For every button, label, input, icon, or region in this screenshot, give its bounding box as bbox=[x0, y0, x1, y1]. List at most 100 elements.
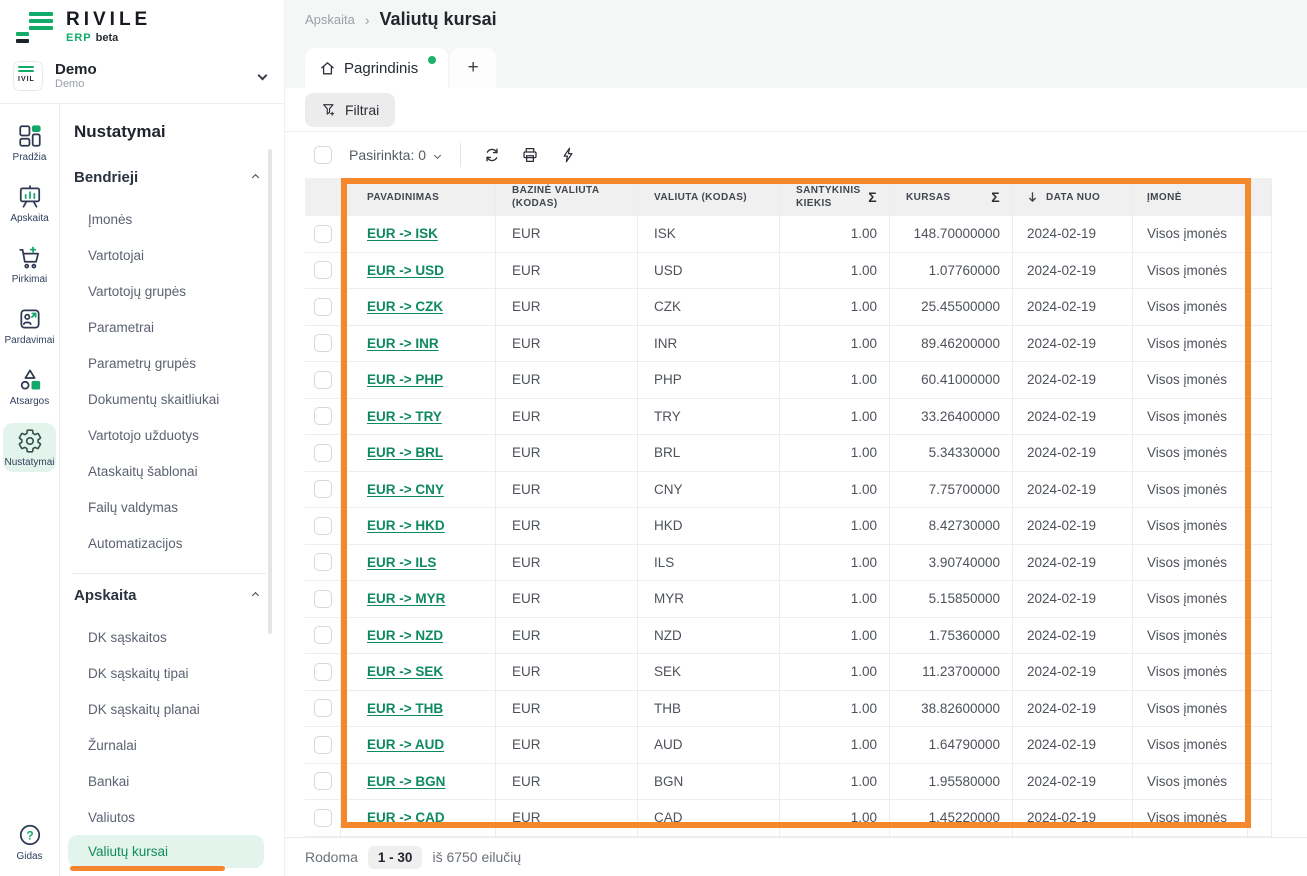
row-checkbox[interactable] bbox=[314, 590, 332, 608]
row-link[interactable]: EUR -> INR bbox=[367, 336, 439, 351]
row-checkbox[interactable] bbox=[314, 371, 332, 389]
row-base-cell: EUR bbox=[496, 764, 638, 800]
sidebar-item-failų-valdymas[interactable]: Failų valdymas bbox=[68, 489, 264, 525]
sidebar-item-parametrai[interactable]: Parametrai bbox=[68, 309, 264, 345]
rail-item-gidas[interactable]: ?Gidas bbox=[3, 817, 56, 866]
row-checkbox[interactable] bbox=[314, 736, 332, 754]
sidebar-item-dk-sąskaitos[interactable]: DK sąskaitos bbox=[68, 619, 264, 655]
sidebar-item-dk-sąskaitų-planai[interactable]: DK sąskaitų planai bbox=[68, 691, 264, 727]
row-checkbox[interactable] bbox=[314, 334, 332, 352]
column-header-code[interactable]: VALIUTA (KODAS) bbox=[638, 178, 780, 216]
row-link[interactable]: EUR -> CAD bbox=[367, 810, 445, 825]
column-header-name[interactable]: PAVADINIMAS bbox=[341, 178, 496, 216]
menu-scrollbar[interactable] bbox=[268, 149, 272, 634]
row-link[interactable]: EUR -> ILS bbox=[367, 555, 436, 570]
cell-value: 1.00 bbox=[851, 263, 877, 278]
row-date-cell: 2024-02-19 bbox=[1013, 362, 1133, 398]
row-checkbox[interactable] bbox=[314, 298, 332, 316]
select-all-checkbox[interactable] bbox=[314, 146, 332, 164]
add-tab-button[interactable]: + bbox=[450, 48, 496, 88]
row-link[interactable]: EUR -> SEK bbox=[367, 664, 443, 679]
rail-item-apskaita[interactable]: Apskaita bbox=[3, 179, 56, 228]
row-link[interactable]: EUR -> TRY bbox=[367, 409, 442, 424]
sidebar-item-įmonės[interactable]: Įmonės bbox=[68, 201, 264, 237]
row-link[interactable]: EUR -> ISK bbox=[367, 226, 438, 241]
column-header-rate[interactable]: KURSASΣ bbox=[890, 178, 1013, 216]
sidebar-item-dokumentų-skaitliukai[interactable]: Dokumentų skaitliukai bbox=[68, 381, 264, 417]
tab-label: Pagrindinis bbox=[344, 60, 418, 77]
cell-value: 8.42730000 bbox=[929, 518, 1000, 533]
menu-section-apskaita[interactable]: Apskaita bbox=[68, 578, 284, 613]
row-checkbox[interactable] bbox=[314, 517, 332, 535]
refresh-icon bbox=[483, 146, 501, 164]
sigma-icon[interactable]: Σ bbox=[991, 188, 1000, 206]
menu-section-bendrieji[interactable]: Bendrieji bbox=[68, 160, 284, 195]
filters-button[interactable]: Filtrai bbox=[305, 93, 395, 127]
row-link[interactable]: EUR -> CNY bbox=[367, 482, 444, 497]
rail-item-pardavimai[interactable]: Pardavimai bbox=[3, 301, 56, 350]
row-link[interactable]: EUR -> THB bbox=[367, 701, 443, 716]
row-checkbox[interactable] bbox=[314, 663, 332, 681]
sidebar-item-automatizacijos[interactable]: Automatizacijos bbox=[68, 525, 264, 561]
refresh-button[interactable] bbox=[473, 142, 511, 168]
row-qty-cell: 1.00 bbox=[780, 581, 890, 617]
menu-section-label: Bendrieji bbox=[74, 169, 138, 186]
table-row: EUR -> INREURINR1.0089.462000002024-02-1… bbox=[305, 326, 1272, 363]
rail-item-nustatymai[interactable]: Nustatymai bbox=[3, 423, 56, 472]
row-checkbox[interactable] bbox=[314, 772, 332, 790]
active-item-orange-underline bbox=[70, 866, 225, 871]
print-button[interactable] bbox=[511, 142, 549, 168]
sidebar-item-dk-sąskaitų-tipai[interactable]: DK sąskaitų tipai bbox=[68, 655, 264, 691]
row-checkbox[interactable] bbox=[314, 407, 332, 425]
sidebar-item-valiutų-kursai[interactable]: Valiutų kursai bbox=[68, 835, 264, 868]
row-checkbox[interactable] bbox=[314, 480, 332, 498]
row-link[interactable]: EUR -> USD bbox=[367, 263, 444, 278]
row-link[interactable]: EUR -> BGN bbox=[367, 774, 445, 789]
company-avatar: IVIL bbox=[13, 61, 43, 91]
column-header-base[interactable]: BAZINĖ VALIUTA (KODAS) bbox=[496, 178, 638, 216]
cell-value: 2024-02-19 bbox=[1027, 737, 1096, 752]
row-link[interactable]: EUR -> PHP bbox=[367, 372, 443, 387]
sidebar-item-žurnalai[interactable]: Žurnalai bbox=[68, 727, 264, 763]
row-checkbox[interactable] bbox=[314, 225, 332, 243]
row-date-cell: 2024-02-19 bbox=[1013, 326, 1133, 362]
rail-item-pradžia[interactable]: Pradžia bbox=[3, 118, 56, 167]
column-header-company[interactable]: ĮMONĖ bbox=[1133, 178, 1248, 216]
rail-item-atsargos[interactable]: Atsargos bbox=[3, 362, 56, 411]
sidebar-item-valiutos[interactable]: Valiutos bbox=[68, 799, 264, 835]
actions-button[interactable] bbox=[549, 142, 587, 168]
selected-dropdown[interactable]: Pasirinkta: 0 bbox=[349, 147, 440, 163]
rail-item-pirkimai[interactable]: Pirkimai bbox=[3, 240, 56, 289]
column-header-date[interactable]: DATA NUO bbox=[1013, 178, 1133, 216]
tab-pagrindinis[interactable]: Pagrindinis bbox=[305, 48, 448, 88]
row-link[interactable]: EUR -> BRL bbox=[367, 445, 443, 460]
company-selector[interactable]: IVIL Demo Demo bbox=[0, 54, 284, 104]
row-link[interactable]: EUR -> MYR bbox=[367, 591, 445, 606]
row-checkbox[interactable] bbox=[314, 626, 332, 644]
row-link[interactable]: EUR -> NZD bbox=[367, 628, 443, 643]
row-checkbox[interactable] bbox=[314, 261, 332, 279]
sidebar-item-parametrų-grupės[interactable]: Parametrų grupės bbox=[68, 345, 264, 381]
row-rate-cell: 89.46200000 bbox=[890, 326, 1013, 362]
row-link[interactable]: EUR -> AUD bbox=[367, 737, 444, 752]
cell-value: Visos įmonės bbox=[1147, 774, 1227, 789]
column-header-qty[interactable]: SANTYKINIS KIEKISΣ bbox=[780, 178, 890, 216]
row-name-cell: EUR -> BGN bbox=[341, 764, 496, 800]
row-name-cell: EUR -> BRL bbox=[341, 435, 496, 471]
table-row: EUR -> TRYEURTRY1.0033.264000002024-02-1… bbox=[305, 399, 1272, 436]
row-qty-cell: 1.00 bbox=[780, 618, 890, 654]
row-checkbox[interactable] bbox=[314, 699, 332, 717]
row-checkbox[interactable] bbox=[314, 444, 332, 462]
sidebar-item-vartotojų-grupės[interactable]: Vartotojų grupės bbox=[68, 273, 264, 309]
sigma-icon[interactable]: Σ bbox=[868, 188, 877, 206]
sidebar-item-vartotojai[interactable]: Vartotojai bbox=[68, 237, 264, 273]
sidebar-item-vartotojo-užduotys[interactable]: Vartotojo užduotys bbox=[68, 417, 264, 453]
breadcrumb-parent[interactable]: Apskaita bbox=[305, 12, 355, 27]
sidebar-item-ataskaitų-šablonai[interactable]: Ataskaitų šablonai bbox=[68, 453, 264, 489]
row-link[interactable]: EUR -> HKD bbox=[367, 518, 445, 533]
sidebar-item-bankai[interactable]: Bankai bbox=[68, 763, 264, 799]
row-checkbox[interactable] bbox=[314, 809, 332, 827]
row-link[interactable]: EUR -> CZK bbox=[367, 299, 443, 314]
filters-button-label: Filtrai bbox=[345, 102, 379, 118]
row-checkbox[interactable] bbox=[314, 553, 332, 571]
